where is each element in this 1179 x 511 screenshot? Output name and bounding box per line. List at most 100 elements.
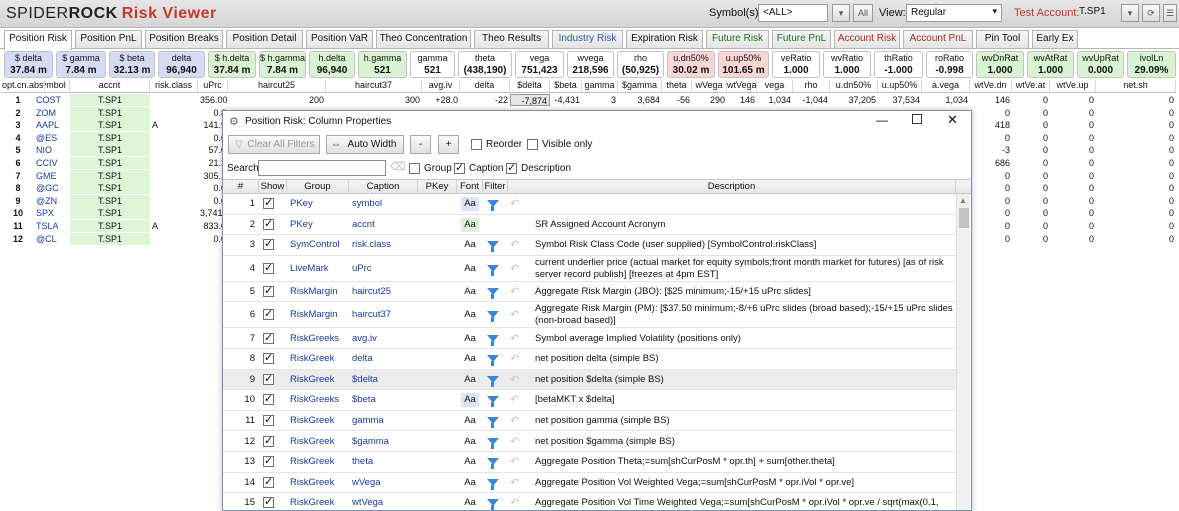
decrease-width-button[interactable]: - xyxy=(410,135,431,154)
row-caption[interactable]: uPrc xyxy=(352,263,416,274)
undo-filter-icon[interactable]: ↶ xyxy=(510,435,519,448)
filter-icon[interactable] xyxy=(487,458,499,470)
tab-account-pnl[interactable]: Account PnL xyxy=(903,30,973,48)
caption-checkbox[interactable] xyxy=(454,161,465,174)
font-button[interactable]: Aa xyxy=(461,373,479,387)
show-checkbox[interactable] xyxy=(263,331,274,344)
undo-filter-icon[interactable]: ↶ xyxy=(510,496,519,509)
tab-position-var[interactable]: Position VaR xyxy=(306,30,373,48)
filter-icon[interactable] xyxy=(487,200,499,212)
row-caption[interactable]: haircut25 xyxy=(352,286,416,297)
undo-filter-icon[interactable]: ↶ xyxy=(510,414,519,427)
row-caption[interactable]: avg.iv xyxy=(352,333,416,344)
tab-theo-results[interactable]: Theo Results xyxy=(474,30,549,48)
font-button[interactable]: Aa xyxy=(461,414,479,428)
dialog-col-caption[interactable]: Caption xyxy=(349,180,418,194)
show-checkbox[interactable] xyxy=(263,392,274,406)
filter-icon[interactable] xyxy=(487,375,499,387)
tab-position-breaks[interactable]: Position Breaks xyxy=(145,30,223,48)
maximize-icon[interactable] xyxy=(912,114,922,124)
eraser-icon[interactable]: ⌫ xyxy=(390,160,406,173)
reorder-checkbox[interactable] xyxy=(471,139,482,150)
filter-icon[interactable] xyxy=(487,437,499,449)
undo-filter-icon[interactable]: ↶ xyxy=(510,308,519,321)
tab-future-pnl[interactable]: Future PnL xyxy=(772,30,831,48)
row-caption[interactable]: accnt xyxy=(352,219,416,230)
grid-header-vega[interactable]: vega xyxy=(757,80,793,93)
dialog-col-description[interactable]: Description xyxy=(508,180,956,194)
group-checkbox[interactable] xyxy=(409,163,420,174)
dialog-col-pkey[interactable]: PKey xyxy=(418,180,457,194)
undo-filter-icon[interactable]: ↶ xyxy=(510,373,519,386)
dialog-col-number[interactable]: # xyxy=(223,180,259,194)
show-checkbox[interactable] xyxy=(263,307,274,321)
dialog-col-group[interactable]: Group xyxy=(287,180,349,194)
column-row[interactable]: 15 RiskGreek wtVega Aa ↶ Aggregate Position V… xyxy=(223,493,956,510)
grid-header--gamma[interactable]: $gamma xyxy=(618,80,662,93)
font-button[interactable]: Aa xyxy=(461,217,479,232)
show-checkbox[interactable] xyxy=(263,351,274,365)
grid-header--delta[interactable]: $delta xyxy=(510,80,550,93)
column-row[interactable]: 11 RiskGreek gamma Aa ↶ net position gamma (s… xyxy=(223,411,956,432)
font-button[interactable]: Aa xyxy=(461,308,479,322)
dialog-col-font[interactable]: Font xyxy=(457,180,483,194)
grid-header-rho[interactable]: rho xyxy=(793,80,830,93)
font-button[interactable]: Aa xyxy=(461,435,479,449)
tab-position-risk[interactable]: Position Risk xyxy=(4,30,72,50)
tab-account-risk[interactable]: Account Risk xyxy=(834,30,900,48)
undo-filter-icon[interactable]: ↶ xyxy=(510,332,519,345)
tab-position-pnl[interactable]: Position PnL xyxy=(75,30,142,48)
font-button[interactable]: Aa xyxy=(461,262,479,276)
font-button[interactable]: Aa xyxy=(461,352,479,366)
row-caption[interactable]: gamma xyxy=(352,415,416,426)
filter-icon[interactable] xyxy=(487,264,499,276)
filter-icon[interactable] xyxy=(487,311,499,323)
font-button[interactable]: Aa xyxy=(461,197,479,212)
row-caption[interactable]: $gamma xyxy=(352,436,416,447)
tab-expiration-risk[interactable]: Expiration Risk xyxy=(626,30,703,48)
undo-filter-icon[interactable]: ↶ xyxy=(510,197,519,210)
menu-icon[interactable]: ☰ xyxy=(1163,4,1177,22)
symbols-input[interactable]: <ALL> xyxy=(758,4,828,22)
increase-width-button[interactable]: + xyxy=(438,135,459,154)
row-caption[interactable]: symbol xyxy=(352,198,416,209)
filter-icon[interactable] xyxy=(487,241,499,253)
font-button[interactable]: Aa xyxy=(461,332,479,346)
row-caption[interactable]: wtVega xyxy=(352,497,416,508)
row-caption[interactable]: delta xyxy=(352,353,416,364)
undo-filter-icon[interactable]: ↶ xyxy=(510,476,519,489)
column-row[interactable]: 4 LiveMark uPrc Aa ↶ current underlier price … xyxy=(223,256,956,282)
undo-filter-icon[interactable]: ↶ xyxy=(510,262,519,275)
grid-header-wtve-dn[interactable]: wtVe.dn xyxy=(970,80,1012,93)
row-caption[interactable]: wVega xyxy=(352,477,416,488)
column-row[interactable]: 3 SymControl risk.class Aa ↶ Symbol Risk Clas… xyxy=(223,235,956,256)
grid-header-net-sh[interactable]: net.sh xyxy=(1096,80,1176,93)
grid-header-uprc[interactable]: uPrc xyxy=(198,80,228,93)
close-icon[interactable]: ✕ xyxy=(947,112,958,128)
dialog-col-show[interactable]: Show xyxy=(259,180,287,194)
column-row[interactable]: 8 RiskGreek delta Aa ↶ net position delta (si… xyxy=(223,349,956,370)
show-checkbox[interactable] xyxy=(263,237,274,251)
tab-industry-risk[interactable]: Industry Risk xyxy=(552,30,623,48)
grid-header-gamma[interactable]: gamma xyxy=(582,80,618,93)
show-checkbox[interactable] xyxy=(263,413,274,427)
search-input[interactable] xyxy=(258,160,386,176)
show-checkbox[interactable] xyxy=(263,284,274,298)
description-checkbox[interactable] xyxy=(506,161,517,174)
grid-header--beta[interactable]: $beta xyxy=(550,80,582,93)
grid-header-haircut37[interactable]: haircut37 xyxy=(326,80,422,93)
grid-header-haircut25[interactable]: haircut25 xyxy=(228,80,326,93)
row-caption[interactable]: risk.class xyxy=(352,239,416,250)
all-button[interactable]: All xyxy=(853,4,873,22)
column-row[interactable]: 14 RiskGreek wVega Aa ↶ Aggregate Position Vo… xyxy=(223,473,956,494)
show-checkbox[interactable] xyxy=(263,434,274,447)
row-caption[interactable]: $beta xyxy=(352,394,416,405)
show-checkbox[interactable] xyxy=(263,475,274,488)
account-dropdown-button[interactable]: ▾ xyxy=(1121,4,1139,22)
grid-header-accnt[interactable]: accnt xyxy=(70,80,150,93)
grid-header-opt-cn-abs[interactable]: opt.cn.abs xyxy=(2,80,45,93)
scroll-up-icon[interactable]: ▲ xyxy=(959,196,967,205)
undo-filter-icon[interactable]: ↶ xyxy=(510,393,519,406)
row-caption[interactable]: haircut37 xyxy=(352,309,416,320)
grid-header-delta[interactable]: delta xyxy=(460,80,510,93)
